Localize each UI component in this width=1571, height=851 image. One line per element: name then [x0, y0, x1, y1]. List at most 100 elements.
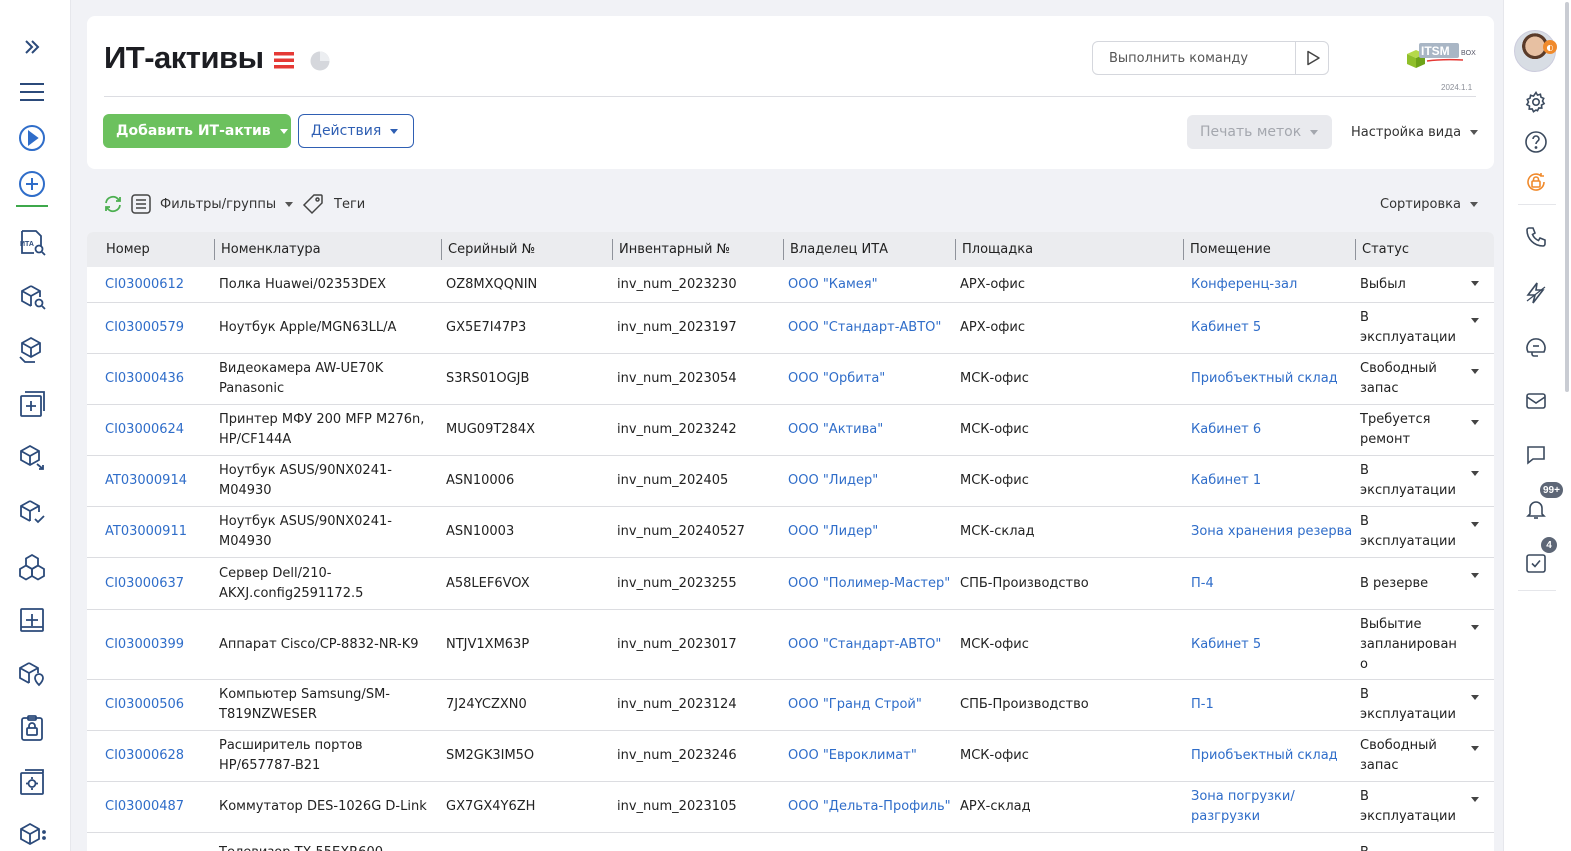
menu-icon[interactable] [15, 75, 49, 109]
table-row[interactable]: AT03000911 Ноутбук ASUS/90NX0241- M04930 AS… [87, 507, 1494, 558]
help-icon[interactable] [1519, 125, 1553, 159]
column-header[interactable]: Инвентарный № [612, 239, 730, 260]
cell-number[interactable]: CI03000637 [105, 558, 184, 609]
comment-icon[interactable] [1519, 438, 1553, 472]
chat-icon[interactable] [1519, 330, 1553, 364]
ita-search-icon[interactable]: ИТА [15, 225, 49, 259]
add-it-asset-button[interactable]: Добавить ИТ-актив [103, 114, 291, 148]
cell-number[interactable]: CI03000436 [105, 354, 184, 404]
status-dropdown-icon[interactable] [1471, 420, 1479, 425]
boxes-stack-icon[interactable] [15, 550, 49, 584]
settings-box-icon[interactable] [15, 765, 49, 799]
box-check-icon[interactable] [15, 495, 49, 529]
play-icon[interactable] [15, 121, 49, 155]
cell-room[interactable]: Кабинет 5 [1191, 610, 1261, 679]
column-header[interactable]: Серийный № [441, 239, 535, 260]
box-arrow-icon[interactable] [15, 440, 49, 474]
lightning-icon[interactable] [1519, 276, 1553, 310]
column-header[interactable]: Помещение [1183, 239, 1271, 260]
cell-owner[interactable]: ООО "Дельта-Профиль" [788, 782, 951, 832]
table-row[interactable]: CI03000624 Принтер МФУ 200 MFP M276n, HP/C… [87, 405, 1494, 456]
status-dropdown-icon[interactable] [1471, 318, 1479, 323]
box-search-icon[interactable] [15, 280, 49, 314]
sort-button[interactable]: Сортировка [1380, 190, 1478, 218]
clipboard-lock-icon[interactable] [15, 711, 49, 745]
add-box-icon[interactable] [15, 387, 49, 421]
status-dropdown-icon[interactable] [1471, 797, 1479, 802]
table-row[interactable]: CI03000487 Коммутатор DES-1026G D-Link GX7… [87, 782, 1494, 833]
gear-icon[interactable] [1519, 85, 1553, 119]
cell-owner[interactable]: ООО "Лидер" [788, 507, 878, 557]
table-row[interactable]: CI03000637 Сервер Dell/210- AKXJ.config259… [87, 558, 1494, 610]
column-header[interactable]: Номенклатура [214, 239, 321, 260]
boxes-hand-icon[interactable] [15, 333, 49, 367]
cell-room[interactable]: Приобъектный склад [1191, 354, 1338, 404]
cell-number[interactable]: CI03000506 [105, 680, 184, 730]
cell-room[interactable]: Кабинет 1 [1191, 456, 1261, 506]
cell-owner[interactable]: ООО "Актива" [788, 405, 883, 455]
cell-room[interactable]: Кабинет 6 [1191, 405, 1261, 455]
cell-number[interactable]: CI03000628 [105, 731, 184, 781]
cell-number[interactable]: AT03000914 [105, 456, 187, 506]
add-circle-icon[interactable] [15, 167, 49, 201]
cell-number[interactable]: CI03000399 [105, 610, 184, 679]
cell-room[interactable]: Кабинет 5 [1191, 303, 1261, 353]
cell-room[interactable]: Приобъектный склад [1191, 731, 1338, 781]
cell-owner[interactable]: ООО "Полимер-Мастер" [788, 558, 950, 609]
cell-number[interactable]: AT03000911 [105, 507, 187, 557]
cell-owner[interactable]: ООО "Стандарт-АВТО" [788, 610, 941, 679]
column-header[interactable]: Номер [100, 232, 150, 267]
table-row[interactable]: CI03000506 Компьютер Samsung/SM- T819NZWES… [87, 680, 1494, 731]
filters-groups-button[interactable]: Фильтры/группы [130, 190, 294, 218]
cell-owner[interactable]: ООО "Лидер" [788, 456, 878, 506]
status-dropdown-icon[interactable] [1471, 573, 1479, 578]
refresh-icon[interactable] [102, 193, 124, 215]
column-header[interactable]: Площадка [955, 239, 1033, 260]
mail-icon[interactable] [1519, 384, 1553, 418]
cell-owner[interactable]: ООО "Гранд Строй" [788, 680, 922, 730]
view-settings-button[interactable]: Настройка вида [1351, 115, 1479, 149]
status-dropdown-icon[interactable] [1471, 625, 1479, 630]
box-dots-icon[interactable] [15, 818, 49, 851]
tags-button[interactable]: Теги [302, 190, 365, 218]
cell-room[interactable]: Зона хранения резерва [1191, 507, 1352, 557]
add-document-icon[interactable] [15, 603, 49, 637]
cell-room[interactable]: Конференц-зал [1191, 267, 1297, 302]
phone-icon[interactable] [1519, 220, 1553, 254]
cell-number[interactable]: CI03000579 [105, 303, 184, 353]
lock-user-icon[interactable] [1519, 165, 1553, 199]
expand-icon[interactable] [15, 30, 49, 64]
cell-room[interactable]: П-1 [1191, 680, 1214, 730]
table-row[interactable]: CI03000436 Видеокамера AW-UE70K Panasonic S… [87, 354, 1494, 405]
list-view-icon[interactable] [273, 50, 295, 70]
status-dropdown-icon[interactable] [1471, 281, 1479, 286]
cell-room[interactable]: П-4 [1191, 558, 1214, 609]
column-header[interactable]: Статус [1355, 239, 1409, 260]
command-input[interactable] [1093, 42, 1293, 74]
cell-owner[interactable]: ООО "Стандарт-АВТО" [788, 303, 941, 353]
table-row[interactable]: CI03000612 Полка Huawei/02353DEX OZ8MXQQNI… [87, 267, 1494, 303]
cell-number[interactable]: CI03000487 [105, 782, 184, 832]
cell-number[interactable]: CI03000624 [105, 405, 184, 455]
actions-button[interactable]: Действия [298, 114, 414, 148]
status-dropdown-icon[interactable] [1471, 695, 1479, 700]
table-row[interactable]: CI03000628 Расширитель портов HP/657787-B2… [87, 731, 1494, 782]
status-dropdown-icon[interactable] [1471, 471, 1479, 476]
box-location-icon[interactable] [15, 657, 49, 691]
cell-room[interactable]: Зона погрузки/разгрузки [1191, 782, 1295, 832]
pie-chart-icon[interactable] [309, 50, 331, 72]
run-command-button[interactable] [1295, 42, 1329, 74]
table-row[interactable]: CI03000579 Ноутбук Apple/MGN63LL/A GX5E7I4… [87, 303, 1494, 354]
print-labels-button[interactable]: Печать меток [1187, 115, 1332, 149]
cell-owner[interactable]: ООО "Евроклимат" [788, 731, 917, 781]
status-dropdown-icon[interactable] [1471, 522, 1479, 527]
cell-owner[interactable]: ООО "Орбита" [788, 354, 885, 404]
scrollbar[interactable] [1565, 2, 1569, 392]
status-dropdown-icon[interactable] [1471, 369, 1479, 374]
cell-owner[interactable]: ООО "Камея" [788, 267, 878, 302]
status-dropdown-icon[interactable] [1471, 746, 1479, 751]
table-row[interactable]: Телевизор TX-55EXR600 В [87, 833, 1494, 851]
column-header[interactable]: Владелец ИТА [783, 239, 888, 260]
cell-number[interactable]: CI03000612 [105, 267, 184, 302]
table-row[interactable]: AT03000914 Ноутбук ASUS/90NX0241- M04930 AS… [87, 456, 1494, 507]
